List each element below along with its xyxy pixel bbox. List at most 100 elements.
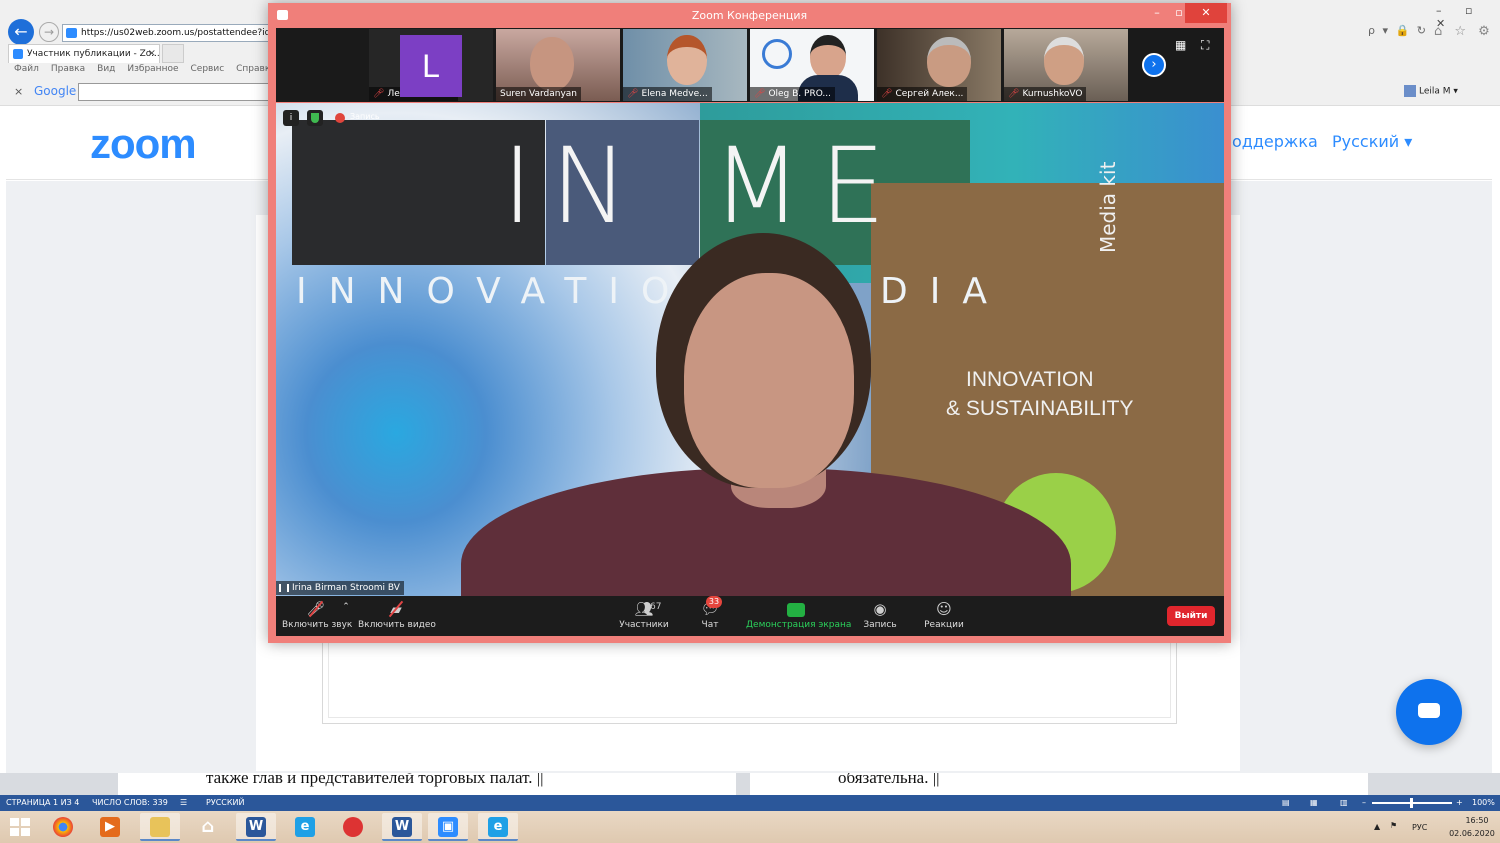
address-tools[interactable]: ρ ▾ 🔒 ↻ xyxy=(1368,24,1428,37)
slide-title-me: ME xyxy=(712,125,904,247)
proofing-icon[interactable]: ☰ xyxy=(180,795,187,811)
google-toolbar: × Google xyxy=(8,82,270,102)
audio-options-chevron-icon[interactable]: ⌃ xyxy=(340,602,352,612)
active-speaker-name: Irina Birman Stroomi BV xyxy=(276,581,404,595)
back-button[interactable]: ← xyxy=(8,19,34,45)
status-word-count[interactable]: ЧИСЛО СЛОВ: 339 xyxy=(92,795,168,811)
slide-media-kit: Media kit xyxy=(1096,161,1120,253)
zoom-in-icon[interactable]: + xyxy=(1456,795,1463,811)
zoom-logo[interactable]: zoom xyxy=(90,120,197,168)
meeting-control-bar: 🎤︎ Включить звук ⌃ ▰ Включить видео 👥︎ 6… xyxy=(276,596,1224,636)
zoom-favicon-icon xyxy=(66,28,77,38)
participants-icon: 👥︎ xyxy=(634,600,654,618)
participant-face xyxy=(1044,37,1084,85)
active-speaker-video: IN ME INNOVATIO DIA Media kit INNOVATION… xyxy=(276,103,1224,596)
support-chat-button[interactable] xyxy=(1396,679,1462,745)
zoom-level[interactable]: 100% xyxy=(1472,795,1495,811)
info-icon[interactable]: i xyxy=(283,110,299,126)
zoom-titlebar[interactable]: Zoom Конференция – ▫ ✕ xyxy=(268,3,1231,27)
print-layout-icon[interactable]: ▦ xyxy=(1310,795,1318,811)
google-toolbar-close-icon[interactable]: × xyxy=(14,85,23,98)
participant-avatar: L xyxy=(400,35,462,97)
status-language[interactable]: РУССКИЙ xyxy=(206,795,245,811)
share-screen-button[interactable]: Демонстрация экрана xyxy=(746,598,851,630)
doc-text-left: также глав и представителей торговых пал… xyxy=(206,773,544,787)
tray-time[interactable]: 16:50 xyxy=(1452,816,1500,825)
recording-indicator-icon xyxy=(335,113,345,123)
flag-icon[interactable]: ⚑ xyxy=(1390,821,1397,830)
windows-taskbar: ▶ ⌂ W e W ▣ e ▲ ⚑ РУС 16:50 02.06.2020 xyxy=(0,811,1500,843)
zoom-slider[interactable] xyxy=(1372,798,1452,808)
app-taskbar-icon[interactable] xyxy=(333,813,373,841)
word-page-left[interactable]: также глав и представителей торговых пал… xyxy=(118,773,736,795)
muted-mic-icon: 🎤︎ xyxy=(1008,89,1020,99)
minimize-icon[interactable]: – xyxy=(1148,3,1166,23)
media-player-taskbar-icon[interactable]: ▶ xyxy=(90,813,130,841)
encryption-shield-icon[interactable] xyxy=(307,110,323,126)
participant-tile[interactable]: 🎤︎ KurnushkoVO xyxy=(1004,29,1128,101)
ie-taskbar-icon[interactable]: e xyxy=(285,813,325,841)
menu-edit[interactable]: Правка xyxy=(51,64,85,78)
browser-tab[interactable]: Участник публикации - Zo... × xyxy=(8,44,160,63)
participant-face xyxy=(530,37,574,91)
chrome-taskbar-icon[interactable] xyxy=(43,813,83,841)
slide-subtitle-left: INNOVATIO xyxy=(296,271,692,312)
recording-label: Запись xyxy=(350,112,380,121)
web-layout-icon[interactable]: ▥ xyxy=(1340,795,1348,811)
gallery-view-icon[interactable]: ▦ xyxy=(1175,38,1186,52)
home-favorites-settings-icons[interactable]: ⌂ ☆ ⚙ xyxy=(1434,24,1494,39)
tab-close-icon[interactable]: × xyxy=(148,45,156,63)
ie-taskbar-icon-2[interactable]: e xyxy=(478,813,518,841)
word-page-right[interactable]: обязательна. || xyxy=(750,773,1368,795)
slide-innovation: INNOVATION xyxy=(966,368,1094,391)
google-logo-text: Google xyxy=(34,84,77,98)
forward-button[interactable]: → xyxy=(39,22,59,42)
nav-support-link[interactable]: оддержка xyxy=(1232,132,1318,151)
menu-favorites[interactable]: Избранное xyxy=(127,64,178,78)
language-selector[interactable]: Русский ▾ xyxy=(1332,132,1412,151)
google-search-input[interactable] xyxy=(78,83,270,101)
zoom-out-icon[interactable]: – xyxy=(1362,795,1366,811)
slide-subtitle-right: DIA xyxy=(880,271,1009,312)
menu-tools[interactable]: Сервис xyxy=(191,64,225,78)
zoom-taskbar-icon[interactable]: ▣ xyxy=(428,813,468,841)
menu-file[interactable]: Файл xyxy=(14,64,39,78)
share-screen-icon xyxy=(746,598,846,620)
address-bar[interactable]: https://us02web.zoom.us/postattendee?id=… xyxy=(62,24,272,42)
file-explorer-taskbar-icon[interactable] xyxy=(140,813,180,841)
windows-start-icon[interactable] xyxy=(10,818,30,836)
read-mode-icon[interactable]: ▤ xyxy=(1282,795,1290,811)
record-button[interactable]: ◉ Запись xyxy=(862,598,898,630)
word-taskbar-icon[interactable]: W xyxy=(236,813,276,841)
tray-language[interactable]: РУС xyxy=(1412,823,1427,832)
word-taskbar-icon-2[interactable]: W xyxy=(382,813,422,841)
reactions-icon: ☺ xyxy=(936,600,952,618)
organization-logo xyxy=(762,39,792,69)
menu-view[interactable]: Вид xyxy=(97,64,115,78)
participant-tile[interactable]: 🎤︎ Oleg B. PRO... xyxy=(750,29,874,101)
participant-name: 🎤︎ Сергей Алек... xyxy=(877,87,968,101)
status-page[interactable]: СТРАНИЦА 1 ИЗ 4 xyxy=(6,795,79,811)
fullscreen-icon[interactable]: ⛶ xyxy=(1201,38,1209,53)
user-name: Leila M ▾ xyxy=(1419,86,1458,97)
leave-meeting-button[interactable]: Выйти xyxy=(1167,606,1215,626)
participant-tile[interactable]: 🎤︎ Сергей Алек... xyxy=(877,29,1001,101)
tray-date[interactable]: 02.06.2020 xyxy=(1442,829,1500,838)
close-icon[interactable]: ✕ xyxy=(1185,3,1227,23)
zoom-slider-thumb[interactable] xyxy=(1410,798,1413,808)
muted-mic-icon: 🎤︎ xyxy=(881,89,893,99)
gallery-next-page-button[interactable]: › xyxy=(1142,53,1166,77)
user-menu[interactable]: Leila M ▾ xyxy=(1404,85,1458,97)
participant-tile[interactable]: 🎤︎ Elena Medve... xyxy=(623,29,747,101)
home-taskbar-icon[interactable]: ⌂ xyxy=(188,813,228,841)
muted-mic-icon: 🎤︎ xyxy=(754,89,766,99)
participant-tile[interactable]: Suren Vardanyan xyxy=(496,29,620,101)
new-tab-button[interactable] xyxy=(162,44,184,63)
doc-text-right: обязательна. || xyxy=(838,773,940,787)
tray-arrow-icon[interactable]: ▲ xyxy=(1374,822,1380,831)
chat-button[interactable]: 💬︎ 33 Чат xyxy=(694,596,726,630)
participants-button[interactable]: 👥︎ 67 Участники xyxy=(618,598,670,630)
start-video-button[interactable]: ▰ Включить видео xyxy=(358,598,436,630)
reactions-button[interactable]: ☺ Реакции xyxy=(922,598,966,630)
record-icon: ◉ xyxy=(873,600,887,618)
